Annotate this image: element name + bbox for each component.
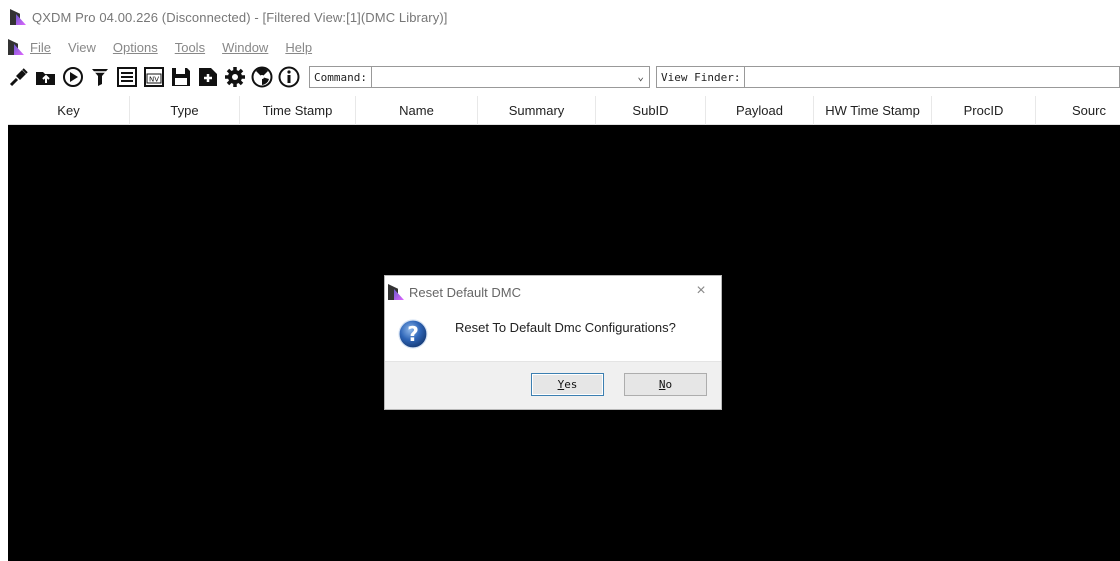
column-header-source[interactable]: Sourc <box>1036 96 1120 125</box>
app-logo-icon <box>388 284 404 300</box>
menu-help-label: Help <box>285 39 313 55</box>
column-header-procid[interactable]: ProcID <box>932 96 1036 125</box>
app-menu-icon[interactable] <box>8 39 24 55</box>
dialog-message: Reset To Default Dmc Configurations? <box>455 320 676 335</box>
nv-button[interactable]: NV <box>143 66 165 88</box>
column-header-key[interactable]: Key <box>8 96 130 125</box>
settings-button[interactable] <box>224 66 246 88</box>
dialog-button-bar: Yes No <box>385 361 721 409</box>
menu-window-label: Window <box>222 39 269 55</box>
filter-icon <box>92 69 108 86</box>
window-title: QXDM Pro 04.00.226 (Disconnected) - [Fil… <box>32 9 448 25</box>
column-header-type[interactable]: Type <box>130 96 240 125</box>
info-button[interactable] <box>278 66 300 88</box>
question-icon: ? <box>398 319 428 349</box>
view-finder-label: View Finder: <box>655 66 746 88</box>
list-button[interactable] <box>116 66 138 88</box>
save-icon <box>172 68 190 86</box>
menu-file[interactable]: File <box>30 40 51 55</box>
play-button[interactable] <box>62 66 84 88</box>
save-button[interactable] <box>170 66 192 88</box>
dialog-title: Reset Default DMC <box>409 284 521 300</box>
dialog-title-bar: Reset Default DMC <box>385 276 721 308</box>
menu-help[interactable]: Help <box>285 40 312 55</box>
radiation-icon <box>251 66 273 88</box>
nv-icon: NV <box>144 67 164 87</box>
app-logo-icon <box>10 9 26 25</box>
menu-window[interactable]: Window <box>222 40 268 55</box>
connect-button[interactable] <box>8 66 30 88</box>
column-header-row: Key Type Time Stamp Name Summary SubID P… <box>8 96 1120 125</box>
menu-tools-label: Tools <box>174 39 206 55</box>
add-icon <box>199 68 217 86</box>
question-glyph: ? <box>407 322 419 346</box>
column-header-subid[interactable]: SubID <box>596 96 706 125</box>
open-button[interactable] <box>35 66 57 88</box>
menu-tools[interactable]: Tools <box>175 40 205 55</box>
add-button[interactable] <box>197 66 219 88</box>
no-button[interactable]: No <box>624 373 707 396</box>
menu-options-label: Options <box>112 39 158 55</box>
menu-bar: File View Options Tools Window Help <box>0 36 329 58</box>
yes-button-label: Yes <box>557 378 578 391</box>
column-header-name[interactable]: Name <box>356 96 478 125</box>
column-header-payload[interactable]: Payload <box>706 96 814 125</box>
connect-icon <box>9 68 28 87</box>
open-folder-icon <box>36 72 55 85</box>
command-label: Command: <box>309 66 372 88</box>
filter-button[interactable] <box>89 66 111 88</box>
column-header-hw-time-stamp[interactable]: HW Time Stamp <box>814 96 932 125</box>
view-finder-input[interactable] <box>745 66 1120 88</box>
list-icon <box>117 67 137 87</box>
nv-text: NV <box>149 76 159 84</box>
menu-options[interactable]: Options <box>113 40 158 55</box>
gear-icon <box>225 67 245 87</box>
no-button-label: No <box>658 378 673 391</box>
toolbar: NV Command: ⌄ View Finder: <box>0 62 1120 92</box>
yes-button[interactable]: Yes <box>531 373 604 396</box>
menu-view[interactable]: View <box>68 40 96 55</box>
title-bar: QXDM Pro 04.00.226 (Disconnected) - [Fil… <box>0 0 1120 34</box>
reset-dmc-dialog: Reset Default DMC × ? Reset To Default D… <box>384 275 722 410</box>
chevron-down-icon[interactable]: ⌄ <box>637 70 644 83</box>
radiation-button[interactable] <box>251 66 273 88</box>
close-icon[interactable]: × <box>691 281 711 301</box>
menu-view-label: View <box>67 39 96 55</box>
info-icon <box>278 66 300 88</box>
menu-file-label: File <box>30 39 51 55</box>
column-header-time-stamp[interactable]: Time Stamp <box>240 96 356 125</box>
play-icon <box>63 67 83 87</box>
column-header-summary[interactable]: Summary <box>478 96 596 125</box>
command-combobox[interactable]: ⌄ <box>371 66 650 88</box>
